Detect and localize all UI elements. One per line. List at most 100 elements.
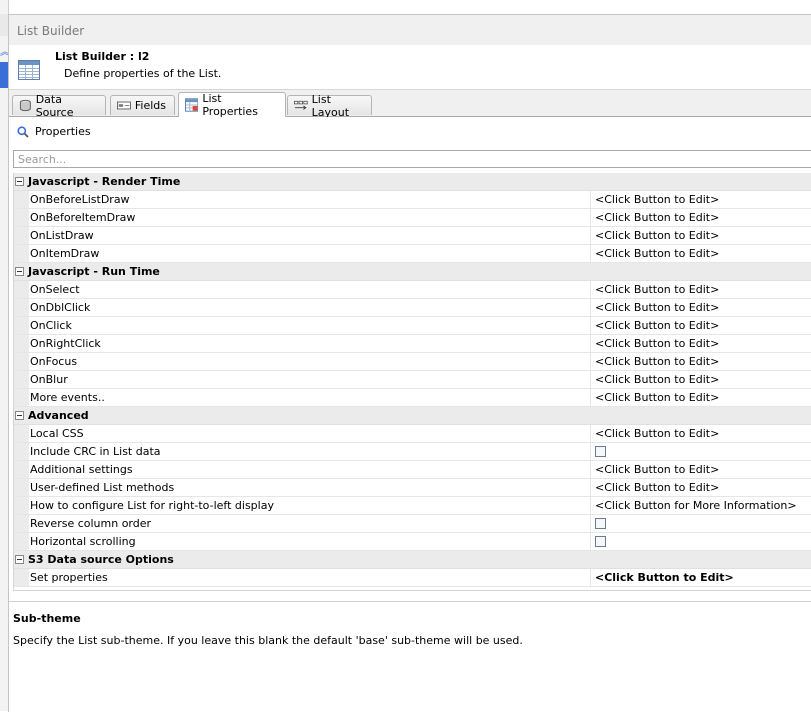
property-value[interactable]: <Click Button to Edit> — [590, 209, 811, 226]
property-row[interactable]: OnFocus <Click Button to Edit> — [14, 353, 811, 371]
collapse-icon[interactable] — [15, 411, 24, 420]
property-row[interactable]: OnBeforeListDraw <Click Button to Edit> — [14, 191, 811, 209]
property-name: User-defined List methods — [30, 481, 175, 494]
description-panel: Sub-theme Specify the List sub-theme. If… — [9, 601, 811, 713]
property-row[interactable]: OnClick <Click Button to Edit> — [14, 317, 811, 335]
property-grid: Javascript - Render Time OnBeforeListDraw… — [13, 173, 811, 591]
category-row[interactable]: Advanced — [14, 407, 811, 425]
category-label: Javascript - Render Time — [28, 175, 181, 188]
property-value-cell — [590, 443, 811, 460]
list-layout-icon — [294, 100, 308, 110]
property-checkbox[interactable] — [595, 517, 606, 529]
row-gutter — [14, 425, 29, 442]
row-gutter — [14, 515, 29, 532]
grid-bottom-border — [14, 587, 811, 591]
row-gutter — [14, 281, 29, 298]
property-name: How to configure List for right-to-left … — [30, 499, 274, 512]
tab-data-source[interactable]: Data Source — [12, 93, 106, 119]
row-gutter — [14, 227, 29, 244]
properties-search-input[interactable] — [13, 150, 811, 168]
property-row[interactable]: User-defined List methods <Click Button t… — [14, 479, 811, 497]
property-value[interactable]: <Click Button to Edit> — [590, 335, 811, 352]
property-value[interactable]: <Click Button to Edit> — [590, 281, 811, 298]
row-gutter — [14, 335, 29, 352]
property-value[interactable]: <Click Button to Edit> — [590, 227, 811, 244]
property-value-cell — [590, 515, 811, 532]
list-properties-icon — [185, 98, 199, 112]
property-name: OnDblClick — [30, 301, 91, 314]
row-gutter — [14, 461, 29, 478]
property-row[interactable]: Set properties <Click Button to Edit> — [14, 569, 811, 587]
property-row[interactable]: Local CSS <Click Button to Edit> — [14, 425, 811, 443]
property-row[interactable]: OnRightClick <Click Button to Edit> — [14, 335, 811, 353]
property-value[interactable]: <Click Button to Edit> — [590, 389, 811, 406]
description-title: Sub-theme — [13, 612, 81, 625]
property-name: OnClick — [30, 319, 72, 332]
description-text: Specify the List sub-theme. If you leave… — [13, 634, 523, 647]
property-name: Additional settings — [30, 463, 133, 476]
property-checkbox[interactable] — [595, 535, 606, 547]
collapse-icon[interactable] — [15, 555, 24, 564]
property-name: OnFocus — [30, 355, 78, 368]
list-builder-dialog: List Builder List Builder : l2 Define pr… — [8, 14, 811, 713]
chevron-up-icon: ︽ — [0, 47, 9, 58]
property-value[interactable]: <Click Button to Edit> — [590, 479, 811, 496]
property-row[interactable]: OnDblClick <Click Button to Edit> — [14, 299, 811, 317]
tab-fields[interactable]: Fields — [110, 95, 175, 115]
property-row[interactable]: Horizontal scrolling — [14, 533, 811, 551]
tab-label: List Layout — [311, 92, 350, 119]
property-name: Reverse column order — [30, 517, 152, 530]
fields-icon — [117, 101, 131, 110]
property-value[interactable]: <Click Button to Edit> — [590, 461, 811, 478]
collapse-icon[interactable] — [15, 267, 24, 276]
property-value[interactable]: <Click Button to Edit> — [590, 371, 811, 388]
row-gutter — [14, 371, 29, 388]
property-row[interactable]: Additional settings <Click Button to Edit… — [14, 461, 811, 479]
dialog-header: List Builder : l2 Define properties of t… — [9, 45, 811, 90]
property-name: OnRightClick — [30, 337, 101, 350]
property-value-cell — [590, 533, 811, 550]
property-name: OnBeforeListDraw — [30, 193, 130, 206]
tab-list-layout[interactable]: List Layout — [287, 93, 372, 119]
property-value[interactable]: <Click Button to Edit> — [590, 245, 811, 262]
property-value[interactable]: <Click Button to Edit> — [590, 317, 811, 334]
database-icon — [19, 99, 31, 112]
property-row[interactable]: OnBlur <Click Button to Edit> — [14, 371, 811, 389]
property-row[interactable]: OnListDraw <Click Button to Edit> — [14, 227, 811, 245]
row-gutter — [14, 479, 29, 496]
row-gutter — [14, 569, 29, 586]
property-value[interactable]: <Click Button to Edit> — [590, 353, 811, 370]
category-row[interactable]: Javascript - Run Time — [14, 263, 811, 281]
row-gutter — [14, 389, 29, 406]
property-value[interactable]: <Click Button to Edit> — [590, 569, 811, 586]
list-properties-panel: Properties Javascript - Render Time OnBef… — [9, 117, 811, 713]
row-gutter — [14, 497, 29, 514]
category-label: Javascript - Run Time — [28, 265, 160, 278]
property-row[interactable]: Include CRC in List data — [14, 443, 811, 461]
property-value[interactable]: <Click Button to Edit> — [590, 425, 811, 442]
category-row[interactable]: Javascript - Render Time — [14, 173, 811, 191]
builder-subtitle: Define properties of the List. — [64, 67, 222, 80]
property-name: OnBlur — [30, 373, 68, 386]
category-label: Advanced — [28, 409, 89, 422]
property-row[interactable]: Reverse column order — [14, 515, 811, 533]
tab-list-properties[interactable]: List Properties — [178, 92, 286, 118]
category-row[interactable]: S3 Data source Options — [14, 551, 811, 569]
property-checkbox[interactable] — [595, 445, 606, 457]
title-bar: List Builder — [9, 15, 811, 45]
background-app-bar — [0, 14, 8, 36]
property-name: Include CRC in List data — [30, 445, 161, 458]
property-row[interactable]: How to configure List for right-to-left … — [14, 497, 811, 515]
property-row[interactable]: OnBeforeItemDraw <Click Button to Edit> — [14, 209, 811, 227]
property-value[interactable]: <Click Button to Edit> — [590, 299, 811, 316]
property-row[interactable]: OnItemDraw <Click Button to Edit> — [14, 245, 811, 263]
properties-header: Properties — [17, 125, 91, 138]
row-gutter — [14, 191, 29, 208]
property-value[interactable]: <Click Button to Edit> — [590, 191, 811, 208]
window-title: List Builder — [17, 24, 85, 38]
list-builder-icon — [18, 60, 40, 80]
property-row[interactable]: OnSelect <Click Button to Edit> — [14, 281, 811, 299]
property-value[interactable]: <Click Button for More Information> — [590, 497, 811, 514]
collapse-icon[interactable] — [15, 177, 24, 186]
property-row[interactable]: More events.. <Click Button to Edit> — [14, 389, 811, 407]
